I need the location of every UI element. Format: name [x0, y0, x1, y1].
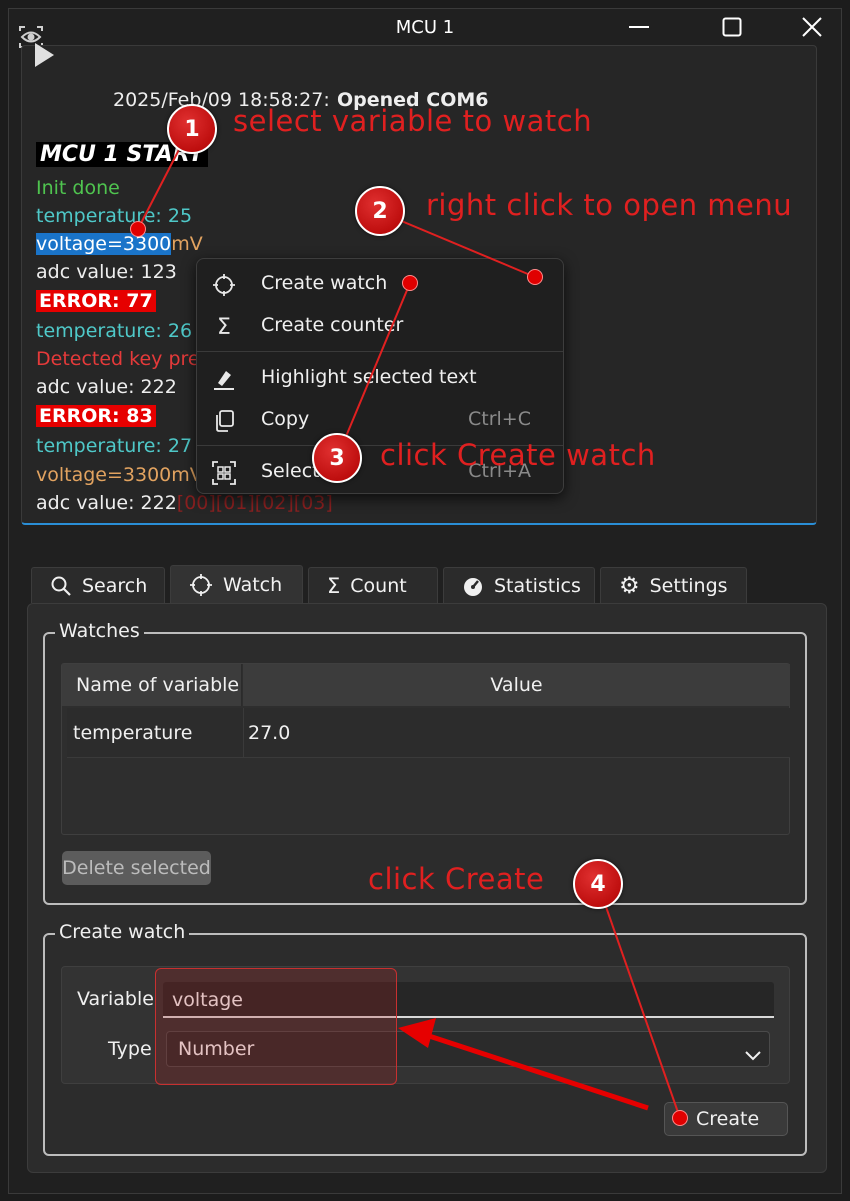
annotation-note: right click to open menu — [426, 188, 793, 222]
annotation-badge: 3 — [312, 433, 362, 483]
annotation-badge: 1 — [167, 104, 217, 154]
annotation-badge: 2 — [355, 186, 405, 236]
annotation-note: click Create watch — [380, 438, 656, 472]
annotation-dot — [130, 221, 146, 237]
annotation-note: select variable to watch — [233, 104, 593, 138]
annotation-dot — [527, 269, 543, 285]
annotation-dot — [672, 1110, 688, 1126]
annotation-dot — [402, 275, 418, 291]
annotation-badge: 4 — [573, 859, 623, 909]
annotation-overlay — [137, 137, 681, 1119]
annotation-note: click Create — [368, 862, 545, 896]
